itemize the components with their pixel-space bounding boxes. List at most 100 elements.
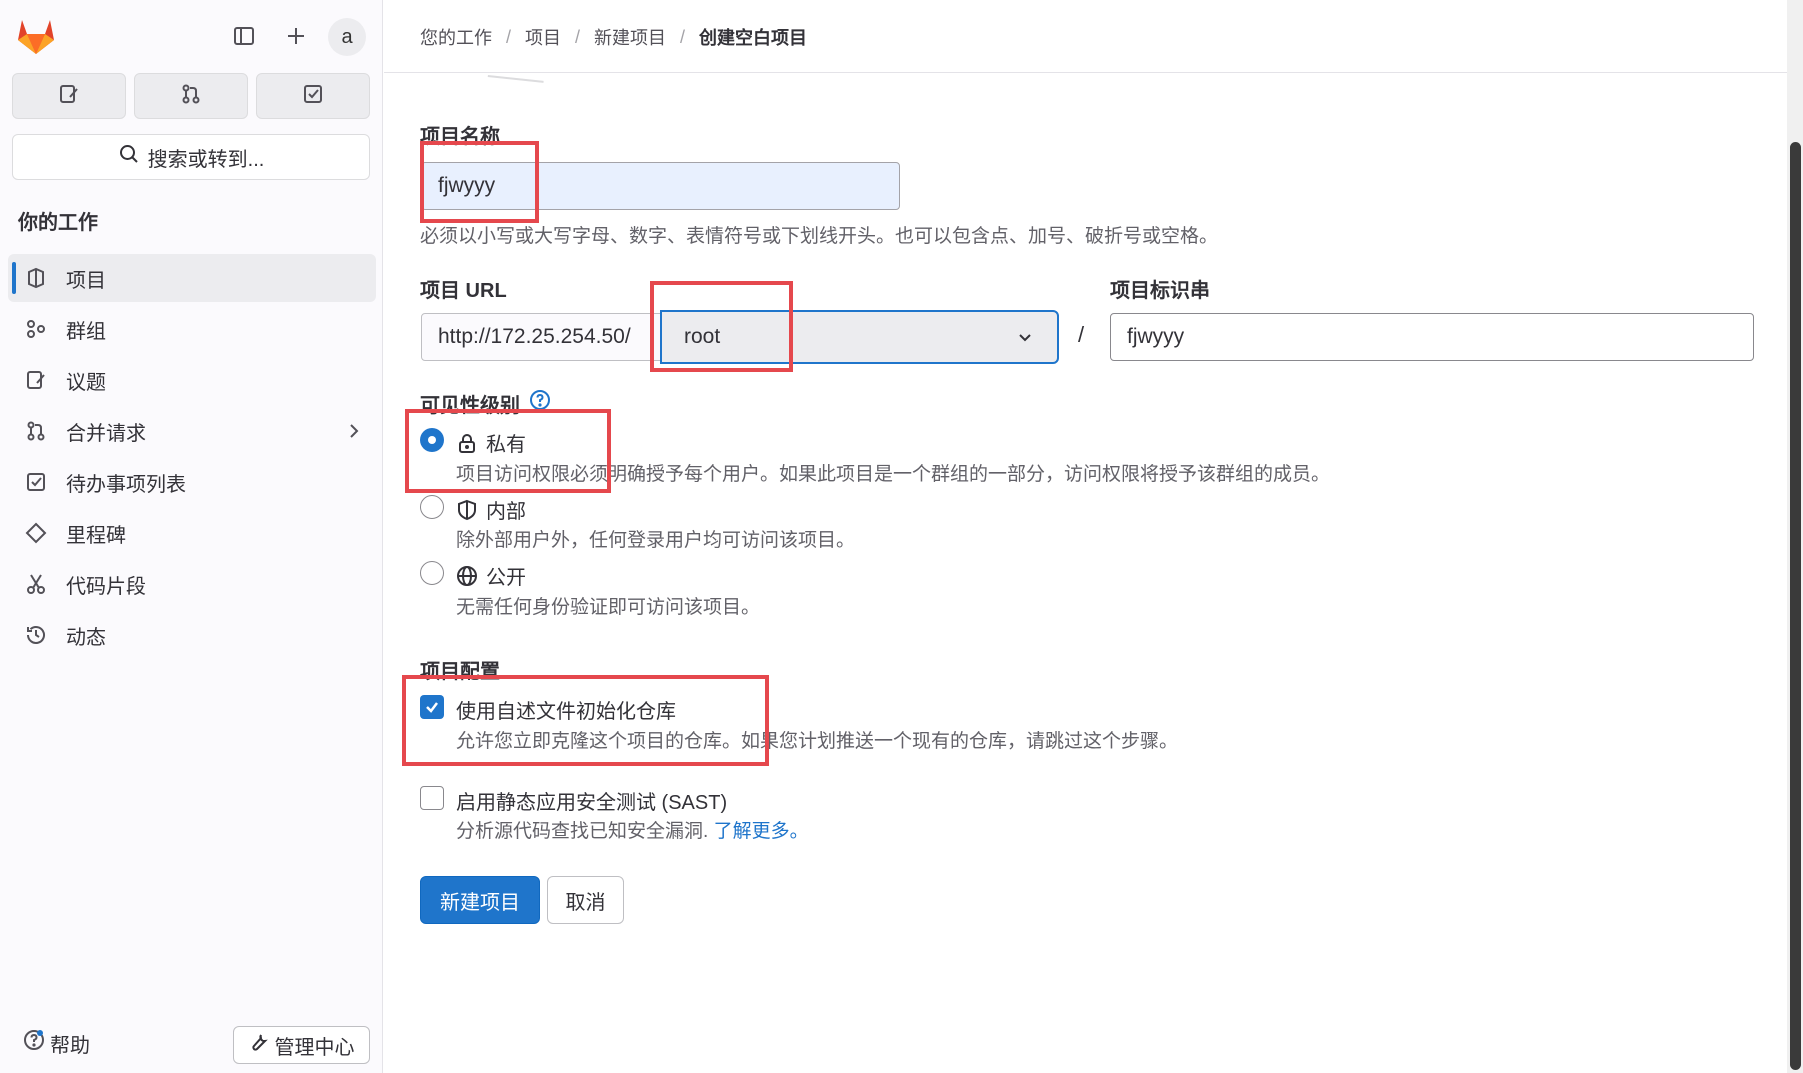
breadcrumb-current: 创建空白项目 [699, 28, 808, 48]
scrollbar[interactable] [1787, 0, 1803, 1073]
visibility-internal-label: 内部 [486, 501, 526, 523]
sidebar-toggle-icon[interactable] [228, 20, 260, 52]
group-icon [24, 317, 48, 341]
plus-icon[interactable] [280, 20, 312, 52]
visibility-private-label: 私有 [486, 434, 526, 456]
sidebar-item-label: 待办事项列表 [66, 473, 186, 496]
visibility-label-row: 可见性级别 [420, 388, 552, 418]
help-label: 帮助 [50, 1034, 90, 1057]
todos-shortcut-button[interactable] [256, 73, 370, 119]
breadcrumb-separator: / [575, 26, 581, 47]
check-icon [424, 699, 440, 715]
sast-desc: 分析源代码查找已知安全漏洞. [456, 821, 709, 842]
project-name-input[interactable]: fjwyyy [421, 162, 900, 210]
project-config-label: 项目配置 [420, 661, 500, 683]
visibility-private-desc: 项目访问权限必须明确授予每个用户。如果此项目是一个群组的一部分，访问权限将授予该… [456, 464, 1331, 485]
help-button[interactable]: 帮助 [22, 1028, 90, 1058]
visibility-internal-option[interactable]: 内部 [456, 495, 526, 524]
sidebar-item-groups[interactable]: 群组 [8, 305, 376, 353]
visibility-internal-radio[interactable] [420, 495, 444, 519]
cancel-button[interactable]: 取消 [547, 876, 624, 924]
visibility-private-option[interactable]: 私有 [456, 428, 526, 457]
visibility-private-radio[interactable] [420, 428, 444, 452]
chevron-down-icon [1015, 327, 1035, 347]
project-slug-label: 项目标识串 [1110, 280, 1210, 302]
quick-actions [12, 73, 370, 119]
sidebar-item-label: 动态 [66, 626, 106, 649]
todo-icon [24, 470, 48, 494]
visibility-public-desc: 无需任何身份验证即可访问该项目。 [456, 597, 761, 618]
milestone-icon [24, 521, 48, 545]
avatar-alt-text: a [341, 25, 353, 48]
admin-label: 管理中心 [274, 1036, 355, 1059]
breadcrumb-separator: / [680, 26, 686, 47]
merge-request-icon [180, 83, 202, 110]
breadcrumb-separator: / [506, 26, 512, 47]
sidebar-nav: 项目 群组 议题 合并请求 待办事项列表 里程碑 代码片段 动态 [8, 254, 376, 662]
scrollbar-thumb[interactable] [1790, 142, 1801, 1070]
project-name-value: fjwyyy [438, 174, 496, 197]
sidebar-item-label: 合并请求 [66, 422, 146, 445]
sast-label[interactable]: 启用静态应用安全测试 (SAST) [456, 786, 727, 815]
issues-icon [58, 83, 80, 110]
readme-checkbox[interactable] [420, 695, 444, 719]
search-label: 搜索或转到... [147, 148, 265, 171]
breadcrumb-item[interactable]: 项目 [525, 24, 561, 50]
breadcrumb-item[interactable]: 您的工作 [420, 24, 492, 50]
todo-icon [302, 83, 324, 110]
avatar[interactable]: a [328, 18, 366, 56]
visibility-internal-desc: 除外部用户外，任何登录用户均可访问该项目。 [456, 530, 856, 551]
issues-shortcut-button[interactable] [12, 73, 126, 119]
merge-requests-shortcut-button[interactable] [134, 73, 248, 119]
shield-icon [456, 499, 478, 521]
sidebar-item-projects[interactable]: 项目 [8, 254, 376, 302]
sidebar-item-milestones[interactable]: 里程碑 [8, 509, 376, 557]
visibility-public-option[interactable]: 公开 [456, 561, 526, 590]
search-icon [118, 143, 140, 171]
wrench-icon [249, 1032, 269, 1058]
top-bar: 您的工作 / 项目 / 新建项目 / 创建空白项目 [384, 0, 1787, 73]
breadcrumb-item[interactable]: 新建项目 [594, 24, 666, 50]
history-icon [24, 623, 48, 647]
project-url-prefix: http://172.25.254.50/ [421, 313, 661, 361]
sidebar-item-label: 里程碑 [66, 524, 126, 547]
project-name-help: 必须以小写或大写字母、数字、表情符号或下划线开头。也可以包含点、加号、破折号或空… [420, 226, 1219, 247]
search-button[interactable]: 搜索或转到... [12, 134, 370, 180]
project-name-label: 项目名称 [420, 126, 500, 148]
sidebar-item-label: 代码片段 [66, 575, 146, 598]
merge-request-icon [24, 419, 48, 443]
create-project-button[interactable]: 新建项目 [420, 876, 540, 924]
readme-label[interactable]: 使用自述文件初始化仓库 [456, 695, 676, 724]
url-prefix-text: http://172.25.254.50/ [438, 325, 631, 348]
url-slash: / [1078, 322, 1085, 347]
help-icon [22, 1028, 46, 1058]
namespace-value: root [684, 325, 721, 348]
admin-area-button[interactable]: 管理中心 [233, 1026, 370, 1064]
sidebar-item-issues[interactable]: 议题 [8, 356, 376, 404]
project-slug-value: fjwyyy [1127, 325, 1185, 348]
earth-icon [456, 565, 478, 587]
sidebar-item-merge-requests[interactable]: 合并请求 [8, 407, 376, 455]
breadcrumb: 您的工作 / 项目 / 新建项目 / 创建空白项目 [420, 24, 807, 50]
sidebar-item-label: 议题 [66, 371, 106, 394]
sast-desc-row: 分析源代码查找已知安全漏洞. 了解更多。 [456, 816, 809, 843]
sidebar-item-activity[interactable]: 动态 [8, 611, 376, 659]
snippet-icon [24, 572, 48, 596]
visibility-label: 可见性级别 [420, 394, 520, 417]
project-icon [24, 266, 48, 290]
learn-more-link[interactable]: 了解更多。 [714, 821, 809, 842]
sidebar-item-todos[interactable]: 待办事项列表 [8, 458, 376, 506]
sidebar: a 搜索或转到... 你的工作 项目 群组 议题 合并请求 待办事项列表 里程碑… [0, 0, 383, 1073]
issues-icon [24, 368, 48, 392]
sast-checkbox[interactable] [420, 786, 444, 810]
sidebar-item-snippets[interactable]: 代码片段 [8, 560, 376, 608]
project-url-label: 项目 URL [420, 280, 507, 302]
sidebar-section-title: 你的工作 [18, 212, 98, 234]
gitlab-logo-icon[interactable] [14, 14, 58, 58]
project-slug-input[interactable]: fjwyyy [1110, 313, 1754, 361]
visibility-public-label: 公开 [486, 567, 526, 589]
question-circle-icon[interactable] [528, 388, 552, 418]
visibility-public-radio[interactable] [420, 561, 444, 585]
sidebar-item-label: 项目 [66, 269, 106, 292]
namespace-select[interactable]: root [660, 310, 1059, 364]
